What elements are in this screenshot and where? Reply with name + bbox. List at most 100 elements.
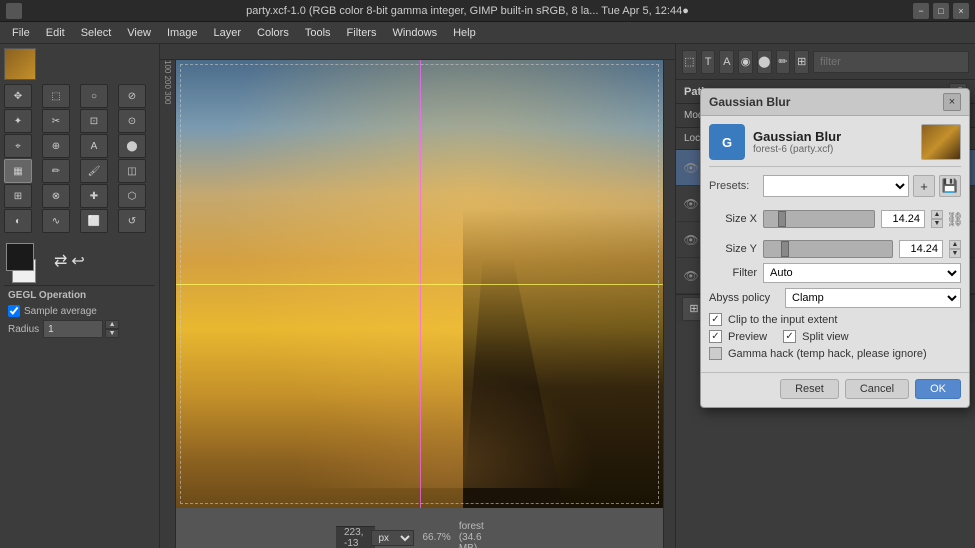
size-y-slider-container — [763, 240, 893, 258]
swap-colors-icon[interactable]: ⇄ — [54, 251, 67, 271]
tool-pencil[interactable]: ✏ — [42, 159, 70, 183]
filter-search-input[interactable] — [813, 51, 969, 73]
tool-fuzzy-select[interactable]: ✦ — [4, 109, 32, 133]
presets-add-button[interactable]: + — [913, 175, 935, 197]
left-toolbar: ✥ ⬚ ○ ⊘ ✦ ✂ ⊡ ⊙ ⌖ ⊕ A ⬤ ▦ ✏ 🖌 ◫ ⊞ ⊗ ✚ ⬡ … — [0, 44, 160, 548]
tool-perspective[interactable]: ⬡ — [118, 184, 146, 208]
tool-scissors[interactable]: ✂ — [42, 109, 70, 133]
filter-icon-7[interactable]: ⊞ — [794, 50, 809, 74]
dialog-footer: Reset Cancel OK — [701, 372, 969, 407]
ok-button[interactable]: OK — [915, 379, 961, 399]
tool-dodge[interactable]: ◐ — [4, 209, 32, 233]
tool-zoom[interactable]: ⊕ — [42, 134, 70, 158]
dialog-close-button[interactable]: × — [943, 93, 961, 111]
filename-value: forest (34.6 MB) — [459, 521, 484, 548]
filter-icon-5[interactable]: ⬤ — [757, 50, 772, 74]
reset-colors-icon[interactable]: ↩ — [71, 251, 84, 271]
menu-tools[interactable]: Tools — [297, 25, 339, 41]
size-y-down-arrow[interactable]: ▼ — [949, 249, 961, 258]
tool-text[interactable]: A — [80, 134, 108, 158]
tool-grid: ✥ ⬚ ○ ⊘ ✦ ✂ ⊡ ⊙ ⌖ ⊕ A ⬤ ▦ ✏ 🖌 ◫ ⊞ ⊗ ✚ ⬡ … — [4, 84, 155, 233]
size-y-input[interactable] — [899, 240, 943, 258]
chain-link-icon[interactable]: ⛓ — [949, 203, 961, 235]
filter-icon-3[interactable]: A — [719, 50, 734, 74]
canvas-area[interactable]: 250 500 750 1000 100 200 300 — [160, 44, 675, 548]
abyss-policy-select[interactable]: Clamp None Loop — [785, 288, 961, 308]
vertical-scrollbar[interactable] — [663, 60, 675, 548]
menu-layer[interactable]: Layer — [206, 25, 250, 41]
preview-checkbox[interactable]: ✓ — [709, 330, 722, 343]
file-info: forest (34.6 MB) — [459, 521, 484, 548]
foreground-color-swatch[interactable] — [6, 243, 34, 271]
tool-clone[interactable]: ⊗ — [42, 184, 70, 208]
layer-eye-sky1[interactable]: 👁 — [682, 231, 700, 249]
tool-bucket[interactable]: ⬤ — [118, 134, 146, 158]
filter-iconbar: ⬚ T A ◉ ⬤ ✏ ⊞ — [676, 44, 975, 80]
size-x-up-arrow[interactable]: ▲ — [931, 210, 943, 219]
reset-button[interactable]: Reset — [780, 379, 839, 399]
tool-paintbrush[interactable]: 🖌 — [80, 159, 108, 183]
menu-view[interactable]: View — [119, 25, 159, 41]
gamma-label[interactable]: Gamma hack (temp hack, please ignore) — [728, 348, 927, 360]
gamma-checkbox-row: Gamma hack (temp hack, please ignore) — [709, 347, 961, 360]
size-y-up-arrow[interactable]: ▲ — [949, 240, 961, 249]
ruler-left: 100 200 300 — [160, 60, 176, 548]
menu-edit[interactable]: Edit — [38, 25, 73, 41]
filter-icon-1[interactable]: ⬚ — [682, 50, 697, 74]
menu-windows[interactable]: Windows — [384, 25, 445, 41]
tool-crop[interactable]: ⬜ — [80, 209, 108, 233]
tool-eraser[interactable]: ◫ — [118, 159, 146, 183]
menu-image[interactable]: Image — [159, 25, 206, 41]
canvas-viewport[interactable] — [176, 60, 663, 508]
layer-eye-sky[interactable]: 👁 — [682, 195, 700, 213]
tool-airbrush[interactable]: ⊞ — [4, 184, 32, 208]
tool-ellipse-select[interactable]: ○ — [80, 84, 108, 108]
split-view-label[interactable]: Split view — [802, 331, 848, 343]
filter-select[interactable]: Auto IIR RLE — [763, 263, 961, 283]
size-y-slider[interactable] — [763, 240, 893, 258]
radius-input[interactable] — [43, 320, 103, 338]
sample-average-checkbox[interactable] — [8, 305, 20, 317]
clip-label[interactable]: Clip to the input extent — [728, 314, 837, 326]
layer-eye-forest[interactable]: 👁 — [682, 159, 700, 177]
radius-down-arrow[interactable]: ▼ — [105, 329, 119, 338]
menu-colors[interactable]: Colors — [249, 25, 297, 41]
minimize-button[interactable]: − — [913, 3, 929, 19]
filter-icon-2[interactable]: T — [701, 50, 716, 74]
filter-icon-4[interactable]: ◉ — [738, 50, 753, 74]
presets-save-button[interactable]: 💾 — [939, 175, 961, 197]
preview-label[interactable]: Preview — [728, 331, 767, 343]
size-x-input[interactable] — [881, 210, 925, 228]
tool-free-select[interactable]: ⊘ — [118, 84, 146, 108]
layer-eye-background[interactable]: 👁 — [682, 267, 700, 285]
tool-gradient[interactable]: ▦ — [4, 159, 32, 183]
unit-select[interactable]: px mm — [371, 530, 414, 546]
maximize-button[interactable]: □ — [933, 3, 949, 19]
tool-color-picker[interactable]: ⊙ — [118, 109, 146, 133]
tool-paths[interactable]: ⊡ — [80, 109, 108, 133]
clip-checkbox[interactable]: ✓ — [709, 313, 722, 326]
radius-up-arrow[interactable]: ▲ — [105, 320, 119, 329]
size-x-arrows: ▲ ▼ — [931, 210, 943, 228]
gamma-checkbox[interactable] — [709, 347, 722, 360]
menu-filters[interactable]: Filters — [339, 25, 385, 41]
tool-heal[interactable]: ✚ — [80, 184, 108, 208]
size-x-down-arrow[interactable]: ▼ — [931, 219, 943, 228]
tool-smudge[interactable]: ∿ — [42, 209, 70, 233]
cancel-button[interactable]: Cancel — [845, 379, 909, 399]
dialog-titlebar: Gaussian Blur × — [701, 89, 969, 116]
close-window-button[interactable]: × — [953, 3, 969, 19]
presets-select[interactable] — [763, 175, 909, 197]
tool-measure[interactable]: ⌖ — [4, 134, 32, 158]
tool-move[interactable]: ✥ — [4, 84, 32, 108]
tool-rect-select[interactable]: ⬚ — [42, 84, 70, 108]
split-view-checkbox[interactable]: ✓ — [783, 330, 796, 343]
menu-file[interactable]: File — [4, 25, 38, 41]
menu-help[interactable]: Help — [445, 25, 484, 41]
size-x-slider[interactable] — [763, 210, 875, 228]
filter-icon-6[interactable]: ✏ — [776, 50, 791, 74]
dialog-title: Gaussian Blur — [709, 95, 790, 109]
presets-label: Presets: — [709, 180, 759, 192]
menu-select[interactable]: Select — [73, 25, 120, 41]
tool-rotate[interactable]: ↺ — [118, 209, 146, 233]
